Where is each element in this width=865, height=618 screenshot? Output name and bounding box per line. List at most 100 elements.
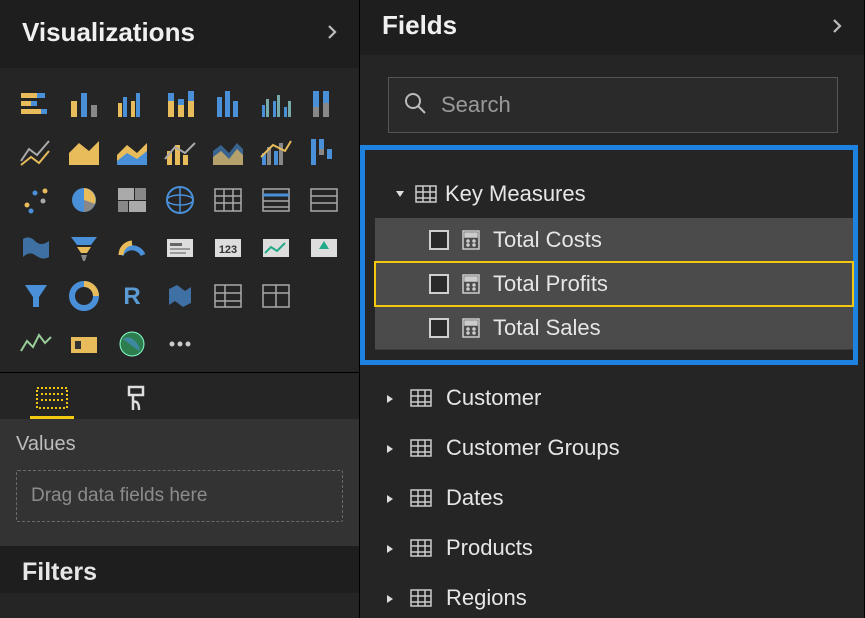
viz-100-stacked[interactable] [304, 84, 344, 124]
viz-area-stacked[interactable] [112, 132, 152, 172]
values-label: Values [16, 433, 343, 456]
measure-label: Total Sales [493, 315, 601, 341]
viz-matrix[interactable] [208, 180, 248, 220]
viz-scatter[interactable] [16, 180, 56, 220]
caret-right-icon [384, 585, 396, 611]
viz-area[interactable] [64, 132, 104, 172]
search-container [360, 55, 864, 145]
chevron-right-icon[interactable] [323, 23, 341, 41]
visualizations-title: Visualizations [22, 17, 195, 48]
app-root: Visualizations [0, 0, 865, 618]
viz-column[interactable] [64, 84, 104, 124]
viz-table3[interactable] [256, 276, 296, 316]
fields-panel: Fields [360, 0, 865, 618]
fields-title: Fields [382, 10, 457, 41]
visualizations-panel: Visualizations [0, 0, 360, 618]
viz-key-influencers[interactable] [64, 324, 104, 364]
viz-stacked-column[interactable] [160, 84, 200, 124]
values-well: Values Drag data fields here [0, 419, 359, 546]
viz-table[interactable] [256, 180, 296, 220]
table-label: Customer [446, 385, 541, 411]
viz-funnel[interactable] [64, 228, 104, 268]
highlighted-key-measures: Key Measures Total Costs Total Profits [360, 145, 858, 365]
viz-ribbon[interactable] [208, 132, 248, 172]
viz-map[interactable] [16, 228, 56, 268]
table-regions[interactable]: Regions [360, 573, 864, 618]
table-products[interactable]: Products [360, 523, 864, 573]
viz-slicer-vert[interactable] [16, 276, 56, 316]
checkbox[interactable] [429, 230, 449, 250]
fields-header: Fields [360, 0, 864, 55]
table-icon [410, 588, 432, 608]
search-input[interactable] [441, 92, 823, 118]
svg-text:R: R [123, 283, 140, 310]
viz-gauge[interactable] [112, 228, 152, 268]
table-icon [410, 388, 432, 408]
measure-total-profits[interactable]: Total Profits [375, 262, 853, 306]
caret-right-icon [384, 385, 396, 411]
checkbox[interactable] [429, 318, 449, 338]
viz-tabs [0, 372, 359, 419]
viz-kpi[interactable] [256, 228, 296, 268]
viz-clustered-column[interactable] [112, 84, 152, 124]
table-icon [410, 438, 432, 458]
caret-right-icon [384, 535, 396, 561]
viz-kpi-arrow[interactable] [304, 228, 344, 268]
viz-line[interactable] [16, 132, 56, 172]
table-icon [410, 488, 432, 508]
calculator-icon [461, 274, 481, 294]
viz-arcgis-globe[interactable] [112, 324, 152, 364]
viz-clustered-bar[interactable] [208, 84, 248, 124]
measure-total-costs[interactable]: Total Costs [375, 218, 853, 262]
table-label: Regions [446, 585, 527, 611]
viz-clustered-col2[interactable] [256, 84, 296, 124]
values-drop-zone[interactable]: Drag data fields here [16, 470, 343, 522]
search-box[interactable] [388, 77, 838, 133]
table-label: Key Measures [445, 181, 586, 207]
table-icon [410, 538, 432, 558]
caret-right-icon [384, 485, 396, 511]
fields-tree: Key Measures Total Costs Total Profits [360, 145, 864, 618]
viz-more-ellipsis[interactable] [160, 324, 200, 364]
visualizations-header: Visualizations [0, 0, 359, 68]
viz-pie[interactable] [64, 180, 104, 220]
viz-table2[interactable] [208, 276, 248, 316]
table-key-measures[interactable]: Key Measures [375, 170, 853, 218]
search-icon [403, 91, 427, 120]
checkbox[interactable] [429, 274, 449, 294]
visualizations-grid: 123 R [0, 68, 359, 372]
fields-tab[interactable] [30, 379, 74, 419]
table-dates[interactable]: Dates [360, 473, 864, 523]
table-icon [415, 184, 437, 204]
measure-total-sales[interactable]: Total Sales [375, 306, 853, 350]
viz-card[interactable] [160, 228, 200, 268]
viz-line-clustered[interactable] [256, 132, 296, 172]
format-tab[interactable] [114, 379, 158, 419]
svg-text:123: 123 [219, 244, 237, 256]
viz-slicer[interactable] [304, 180, 344, 220]
viz-r-script[interactable]: R [112, 276, 152, 316]
viz-shape-map[interactable] [160, 276, 200, 316]
table-label: Dates [446, 485, 503, 511]
viz-donut[interactable] [64, 276, 104, 316]
measure-label: Total Costs [493, 227, 602, 253]
viz-treemap[interactable] [112, 180, 152, 220]
viz-empty1 [304, 276, 344, 316]
viz-python[interactable] [16, 324, 56, 364]
table-label: Products [446, 535, 533, 561]
caret-right-icon [384, 435, 396, 461]
viz-stacked-bar[interactable] [16, 84, 56, 124]
viz-filled-map[interactable] [160, 180, 200, 220]
viz-multi-card[interactable]: 123 [208, 228, 248, 268]
calculator-icon [461, 318, 481, 338]
calculator-icon [461, 230, 481, 250]
table-customer-groups[interactable]: Customer Groups [360, 423, 864, 473]
viz-line-column[interactable] [160, 132, 200, 172]
caret-down-icon [393, 187, 407, 201]
table-label: Customer Groups [446, 435, 620, 461]
chevron-right-icon[interactable] [828, 17, 846, 35]
table-customer[interactable]: Customer [360, 373, 864, 423]
measure-label: Total Profits [493, 271, 608, 297]
filters-title: Filters [0, 546, 359, 593]
viz-waterfall[interactable] [304, 132, 344, 172]
